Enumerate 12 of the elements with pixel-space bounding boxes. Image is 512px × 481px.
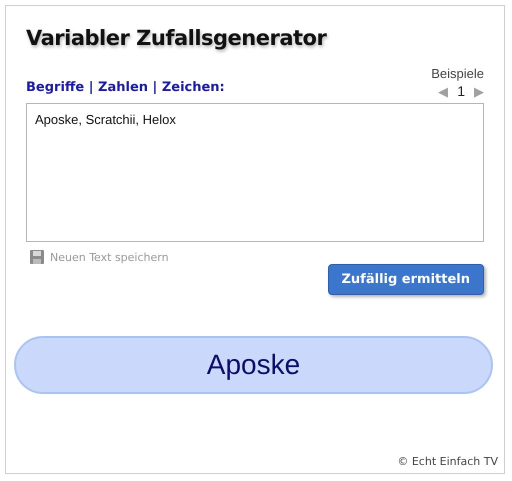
save-icon[interactable] [30,250,44,264]
examples-label: Beispiele [431,66,484,81]
page-number: 1 [457,83,465,99]
terms-field[interactable]: Aposke, Scratchii, Helox [26,103,484,242]
copyright-text: © Echt Einfach TV [397,455,498,468]
save-text-link[interactable]: Neuen Text speichern [50,250,169,264]
result-display: Aposke [14,336,493,394]
previous-button[interactable]: ◀ [438,84,448,98]
input-label: Begriffe | Zahlen | Zeichen: [26,80,225,95]
next-button[interactable]: ▶ [474,84,484,98]
app-title: Variabler Zufallsgenerator [26,26,326,50]
randomize-button[interactable]: Zufällig ermitteln [328,264,484,295]
